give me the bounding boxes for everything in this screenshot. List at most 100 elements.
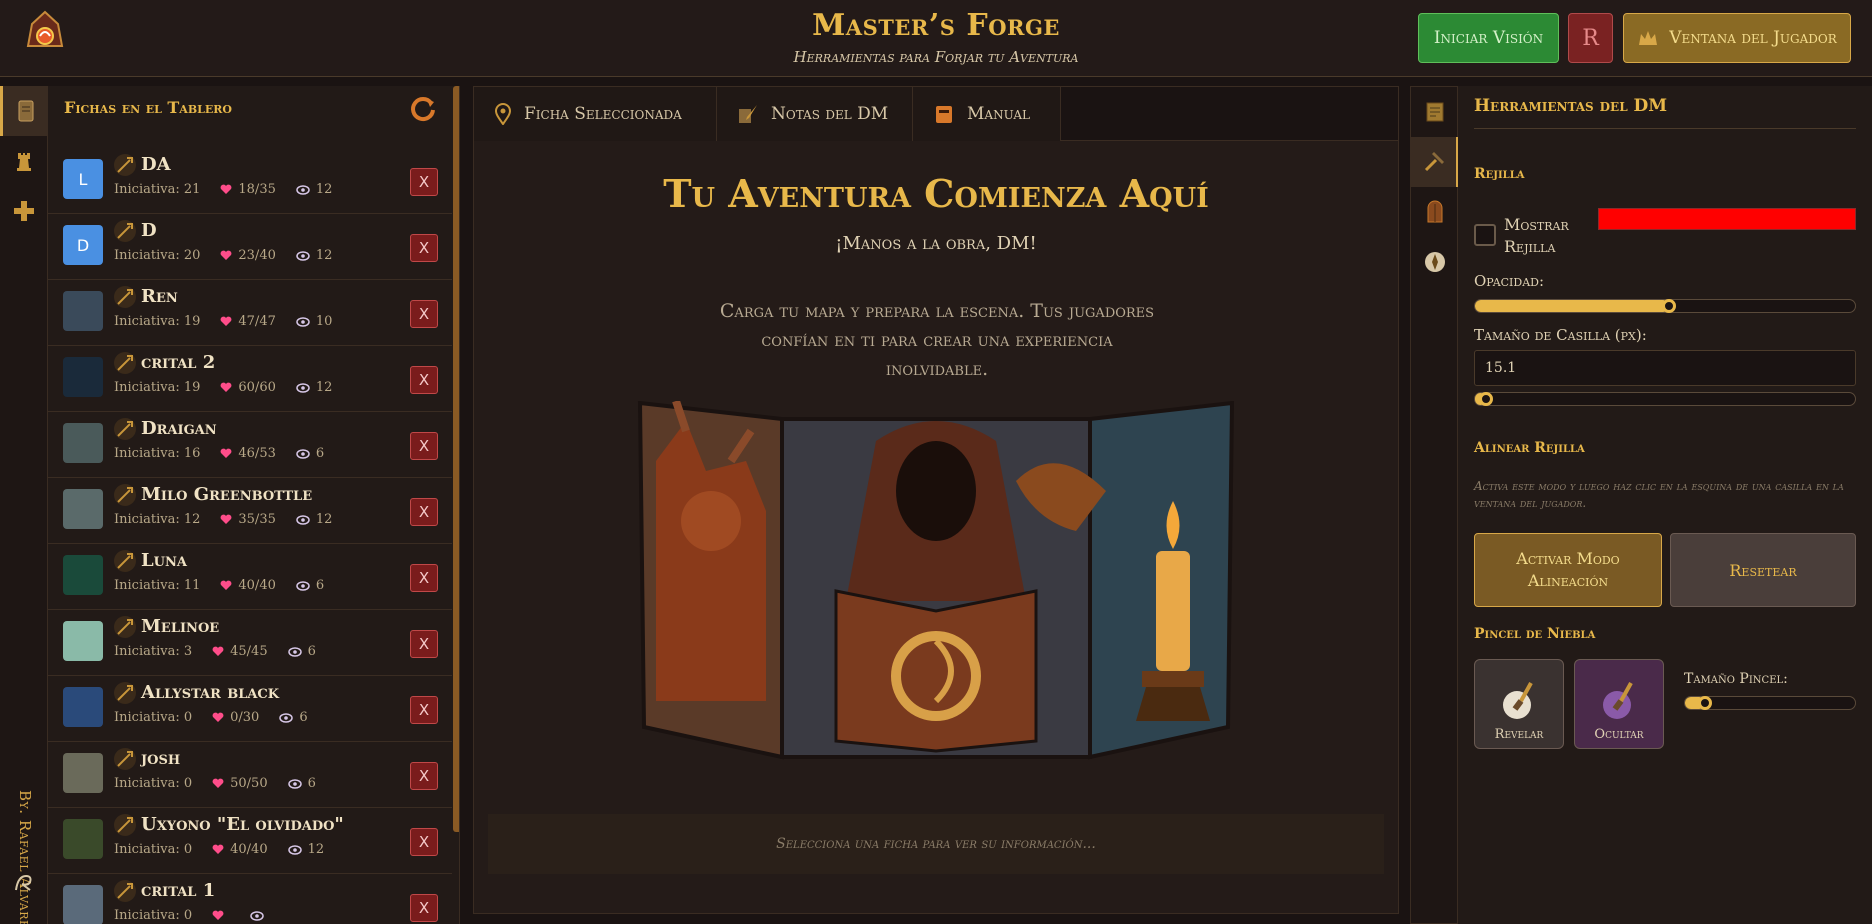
remove-token-button[interactable]: X [410, 762, 438, 790]
tab-label: Manual [967, 104, 1030, 124]
remove-token-button[interactable]: X [410, 168, 438, 196]
hero-title: Tu Aventura Comienza Aquí [663, 171, 1209, 216]
r-button[interactable]: R [1568, 13, 1613, 63]
token-avatar [63, 489, 103, 529]
grid-color-picker[interactable] [1598, 208, 1856, 230]
brush-reveal-icon [1503, 682, 1533, 719]
refresh-icon[interactable] [408, 94, 438, 124]
book-icon [936, 106, 952, 123]
token-stats: Iniciativa: 0 [114, 908, 270, 923]
heart-icon [220, 316, 232, 326]
token-initiative: Iniciativa: 16 [114, 446, 201, 461]
eye-icon [287, 778, 302, 789]
brush-size-slider[interactable] [1684, 696, 1856, 710]
brush-size-slider-thumb[interactable] [1698, 696, 1713, 710]
crown-icon [1639, 31, 1658, 45]
remove-token-button[interactable]: X [410, 300, 438, 328]
token-hp: 40/40 [238, 578, 276, 593]
sword-icon [114, 748, 136, 770]
cell-size-label: Tamaño de Casilla (px): [1474, 326, 1647, 344]
sword-icon [114, 286, 136, 308]
token-vision: 12 [315, 512, 333, 527]
token-vision: 6 [307, 776, 316, 791]
door-icon [1427, 200, 1443, 223]
reveal-label: Revelar [1494, 727, 1544, 742]
start-vision-button[interactable]: Iniciar Visión [1418, 13, 1559, 63]
token-list-item[interactable]: crital 1 Iniciativa: 0 X [48, 874, 452, 924]
token-name: Milo Greenbottle [141, 484, 313, 505]
token-initiative: Iniciativa: 0 [114, 710, 193, 725]
token-list-item[interactable]: Allystar black Iniciativa: 0 0/30 6 X [48, 676, 452, 742]
rail-map-tab[interactable] [1411, 87, 1459, 137]
token-name: Luna [141, 550, 187, 571]
token-avatar [63, 885, 103, 924]
token-list-item[interactable]: L DA Iniciativa: 21 18/35 12 X [48, 148, 452, 214]
rail-door-tab[interactable] [1411, 187, 1459, 237]
token-vision: 12 [315, 380, 333, 395]
token-stats: Iniciativa: 3 45/45 6 [114, 644, 316, 659]
rail-add-tab[interactable] [0, 186, 48, 236]
token-hp: 35/35 [238, 512, 276, 527]
show-grid-checkbox[interactable] [1474, 224, 1496, 246]
remove-token-button[interactable]: X [410, 432, 438, 460]
token-list: L DA Iniciativa: 21 18/35 12 X D D Inici… [48, 148, 452, 924]
sword-icon [114, 880, 136, 902]
token-list-scrollbar[interactable] [453, 86, 459, 832]
token-hp: 50/50 [230, 776, 268, 791]
remove-token-button[interactable]: X [410, 828, 438, 856]
cell-size-slider-thumb[interactable] [1479, 392, 1494, 406]
eye-icon [287, 646, 302, 657]
token-initiative: Iniciativa: 11 [114, 578, 201, 593]
hide-brush-button[interactable]: Ocultar [1574, 659, 1664, 749]
token-list-item[interactable]: Melinoe Iniciativa: 3 45/45 6 X [48, 610, 452, 676]
remove-token-button[interactable]: X [410, 564, 438, 592]
remove-token-button[interactable]: X [410, 366, 438, 394]
tab-dm-notes[interactable]: Notas del DM [717, 87, 913, 141]
token-initiative: Iniciativa: 12 [114, 512, 201, 527]
dm-tools-panel: Herramientas del DM Rejilla Mostrar Reji… [1458, 86, 1872, 924]
remove-token-button[interactable]: X [410, 498, 438, 526]
rail-chess-tab[interactable] [0, 136, 48, 186]
selected-token-info: Selecciona una ficha para ver su informa… [488, 814, 1384, 874]
rail-compass-tab[interactable] [1411, 237, 1459, 287]
token-list-item[interactable]: crital 2 Iniciativa: 19 60/60 12 X [48, 346, 452, 412]
token-avatar-letter: D [76, 235, 90, 255]
opacity-slider[interactable] [1474, 299, 1856, 313]
token-list-item[interactable]: D D Iniciativa: 20 23/40 12 X [48, 214, 452, 280]
align-hint: Activa este modo y luego haz clic en la … [1474, 479, 1844, 510]
eye-icon [250, 910, 264, 921]
remove-token-button[interactable]: X [410, 696, 438, 724]
token-list-item[interactable]: Luna Iniciativa: 11 40/40 6 X [48, 544, 452, 610]
token-avatar [63, 357, 103, 397]
player-window-button[interactable]: Ventana del Jugador [1623, 13, 1851, 63]
rail-tokens-tab[interactable] [0, 86, 48, 136]
token-stats: Iniciativa: 0 50/50 6 [114, 776, 316, 791]
tab-selected-token[interactable]: Ficha Seleccionada [474, 87, 717, 141]
token-list-item[interactable]: Ren Iniciativa: 19 47/47 10 X [48, 280, 452, 346]
sword-icon [114, 352, 136, 374]
tab-manual[interactable]: Manual [913, 87, 1061, 141]
opacity-slider-thumb[interactable] [1661, 299, 1676, 313]
reveal-brush-button[interactable]: Revelar [1474, 659, 1564, 749]
cell-size-slider[interactable] [1474, 392, 1856, 406]
dm-screen-illustration [636, 399, 1236, 761]
token-list-item[interactable]: Milo Greenbottle Iniciativa: 12 35/35 12… [48, 478, 452, 544]
heart-icon [212, 646, 224, 656]
token-list-item[interactable]: Draigan Iniciativa: 16 46/53 6 X [48, 412, 452, 478]
token-initiative: Iniciativa: 0 [114, 776, 193, 791]
remove-token-button[interactable]: X [410, 630, 438, 658]
token-hp: 45/45 [230, 644, 268, 659]
main-tabs: Ficha Seleccionada Notas del DM Manual [474, 87, 1398, 141]
rail-tools-tab[interactable] [1411, 137, 1459, 187]
map-pin-icon [494, 103, 512, 125]
token-stats: Iniciativa: 19 60/60 12 [114, 380, 332, 395]
token-list-item[interactable]: Uxyono "El olvidado" Iniciativa: 0 40/40… [48, 808, 452, 874]
remove-token-button[interactable]: X [410, 234, 438, 262]
cell-size-input[interactable]: 15.1 [1474, 350, 1856, 386]
remove-token-button[interactable]: X [410, 894, 438, 922]
activate-align-mode-button[interactable]: Activar Modo Alineación [1474, 533, 1662, 607]
reset-grid-button[interactable]: Resetear [1670, 533, 1856, 607]
token-initiative: Iniciativa: 0 [114, 908, 193, 923]
token-list-item[interactable]: josh Iniciativa: 0 50/50 6 X [48, 742, 452, 808]
token-name: Allystar black [141, 682, 280, 703]
